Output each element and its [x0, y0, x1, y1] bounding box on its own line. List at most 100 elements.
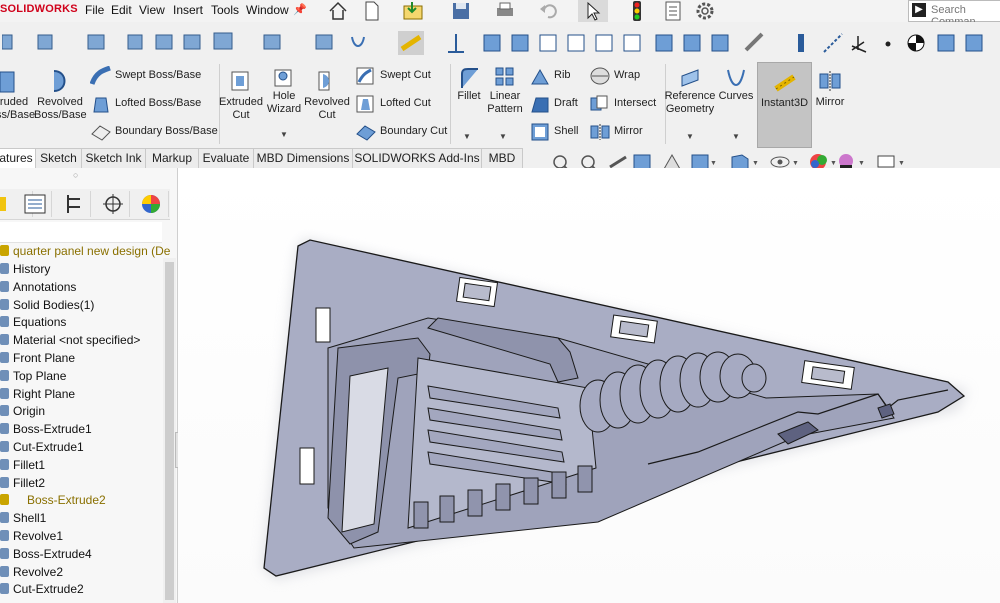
rib-icon[interactable]	[530, 66, 552, 86]
property-manager-tab[interactable]	[19, 191, 52, 217]
print-icon[interactable]	[494, 0, 516, 22]
reference-geometry-icon[interactable]	[678, 66, 702, 90]
menu-file[interactable]: File	[85, 3, 104, 17]
hole-wizard-label[interactable]: Hole Wizard	[262, 90, 306, 116]
pattern-dropdown-icon[interactable]: ▼	[499, 132, 507, 141]
tab-sketch-ink[interactable]: Sketch Ink	[81, 148, 146, 169]
boundary-boss-label[interactable]: Boundary Boss/Base	[115, 125, 218, 137]
home-icon[interactable]	[326, 0, 350, 22]
tab-sketch[interactable]: Sketch	[35, 148, 82, 169]
lofted-boss-icon[interactable]	[90, 94, 112, 114]
swept-cut-icon[interactable]	[355, 66, 377, 86]
mirror-icon[interactable]	[818, 70, 842, 94]
menu-tools[interactable]: Tools	[211, 3, 239, 17]
intersect-icon[interactable]	[589, 94, 611, 114]
open-icon[interactable]	[402, 0, 426, 22]
tree-item-right-plane[interactable]: Right Plane	[0, 387, 75, 404]
tab-markup[interactable]: Markup	[145, 148, 199, 169]
fillet-dropdown-icon[interactable]: ▼	[463, 132, 471, 141]
draft-label[interactable]: Draft	[554, 97, 578, 109]
tab-solidworks-addins[interactable]: SOLIDWORKS Add-Ins	[352, 148, 482, 169]
tree-item-equations[interactable]: Equations	[0, 315, 66, 332]
pin-icon[interactable]: 📌	[293, 3, 307, 16]
file-properties-icon[interactable]	[662, 0, 684, 22]
graphics-viewport[interactable]	[178, 168, 1000, 603]
extruded-boss-icon[interactable]	[0, 66, 20, 96]
menu-view[interactable]: View	[139, 3, 165, 17]
linear-pattern-icon[interactable]	[494, 66, 516, 90]
swept-cut-label[interactable]: Swept Cut	[380, 69, 431, 81]
curves-label[interactable]: Curves	[716, 90, 756, 103]
revolved-boss-label[interactable]: Revolved Boss/Base	[34, 96, 87, 122]
tree-item-cut-extrude1[interactable]: Cut-Extrude1	[0, 440, 84, 457]
extruded-boss-label[interactable]: ruded ss/Base	[0, 96, 35, 122]
lofted-cut-icon[interactable]	[355, 94, 377, 114]
swept-boss-icon[interactable]	[90, 66, 112, 86]
dimxpert-tab[interactable]	[97, 191, 130, 217]
panel-collapse-handle[interactable]: ○	[73, 170, 78, 180]
tree-item-history[interactable]: History	[0, 262, 50, 279]
tree-scrollbar-thumb[interactable]	[165, 262, 174, 600]
tree-item-fillet2[interactable]: Fillet2	[0, 476, 45, 493]
tree-item-material-not-specified[interactable]: Material <not specified>	[0, 333, 140, 350]
wrap-icon[interactable]	[589, 66, 611, 86]
instant3d-button[interactable]: Instant3D	[757, 62, 812, 148]
tab-mbd[interactable]: MBD	[481, 148, 523, 169]
linear-pattern-label[interactable]: Linear Pattern	[484, 90, 526, 116]
tree-item-revolve1[interactable]: Revolve1	[0, 529, 63, 546]
save-icon[interactable]	[450, 0, 472, 22]
mirror-label[interactable]: Mirror	[810, 96, 850, 109]
revolved-boss-icon[interactable]	[48, 67, 72, 95]
tree-root-part[interactable]: quarter panel new design (De	[0, 244, 170, 261]
part-model[interactable]	[178, 168, 1000, 603]
boundary-cut-icon[interactable]	[355, 122, 377, 142]
mirror-small-label[interactable]: Mirror	[614, 125, 643, 137]
tree-item-boss-extrude1[interactable]: Boss-Extrude1	[0, 422, 92, 439]
rib-label[interactable]: Rib	[554, 69, 571, 81]
lofted-boss-label[interactable]: Lofted Boss/Base	[115, 97, 201, 109]
undo-icon[interactable]	[538, 0, 560, 22]
tree-item-cut-extrude2[interactable]: Cut-Extrude2	[0, 582, 84, 599]
rebuild-traffic-light-icon[interactable]	[629, 0, 645, 22]
wrap-label[interactable]: Wrap	[614, 69, 640, 81]
tree-item-origin[interactable]: Origin	[0, 404, 45, 421]
tree-item-boss-extrude4[interactable]: Boss-Extrude4	[0, 547, 92, 564]
menu-insert[interactable]: Insert	[173, 3, 203, 17]
hole-wizard-icon[interactable]	[273, 64, 295, 88]
boundary-cut-label[interactable]: Boundary Cut	[380, 125, 447, 137]
tree-item-top-plane[interactable]: Top Plane	[0, 369, 66, 386]
tree-item-boss-extrude2[interactable]: Boss-Extrude2	[0, 493, 106, 510]
fillet-label[interactable]: Fillet	[452, 90, 486, 103]
select-tool-button[interactable]	[578, 0, 608, 22]
reference-geometry-dropdown-icon[interactable]: ▼	[686, 132, 694, 141]
extruded-cut-icon[interactable]	[230, 68, 252, 92]
tree-item-revolve2[interactable]: Revolve2	[0, 565, 63, 582]
tree-item-shell1[interactable]: Shell1	[0, 511, 46, 528]
revolved-cut-label[interactable]: Revolved Cut	[303, 96, 351, 122]
lofted-cut-label[interactable]: Lofted Cut	[380, 97, 431, 109]
curves-icon[interactable]	[724, 66, 748, 90]
shell-label[interactable]: Shell	[554, 125, 578, 137]
configuration-manager-tab[interactable]	[58, 191, 91, 217]
menu-edit[interactable]: Edit	[111, 3, 132, 17]
tree-item-annotations[interactable]: Annotations	[0, 280, 76, 297]
new-document-icon[interactable]	[362, 0, 382, 22]
intersect-label[interactable]: Intersect	[614, 97, 656, 109]
curves-dropdown-icon[interactable]: ▼	[732, 132, 740, 141]
revolved-cut-icon[interactable]	[315, 68, 337, 92]
hole-wizard-dropdown-icon[interactable]: ▼	[280, 130, 288, 139]
menu-window[interactable]: Window	[246, 3, 289, 17]
options-gear-icon[interactable]	[694, 0, 716, 22]
sketch-feature-icons[interactable]	[2, 31, 442, 55]
tree-item-solid-bodies-1[interactable]: Solid Bodies(1)	[0, 298, 94, 315]
reference-geometry-label[interactable]: Reference Geometry	[664, 90, 716, 116]
tree-item-fillet1[interactable]: Fillet1	[0, 458, 45, 475]
search-box[interactable]: ▶ Search Comman	[908, 0, 1000, 28]
tab-features[interactable]: atures	[0, 148, 36, 169]
view-orientation-icons[interactable]	[444, 30, 774, 56]
swept-boss-label[interactable]: Swept Boss/Base	[115, 69, 201, 81]
mirror-small-icon[interactable]	[589, 122, 611, 142]
fillet-icon[interactable]	[458, 66, 480, 90]
draft-icon[interactable]	[530, 94, 552, 114]
extruded-cut-label[interactable]: Extruded Cut	[218, 96, 264, 122]
